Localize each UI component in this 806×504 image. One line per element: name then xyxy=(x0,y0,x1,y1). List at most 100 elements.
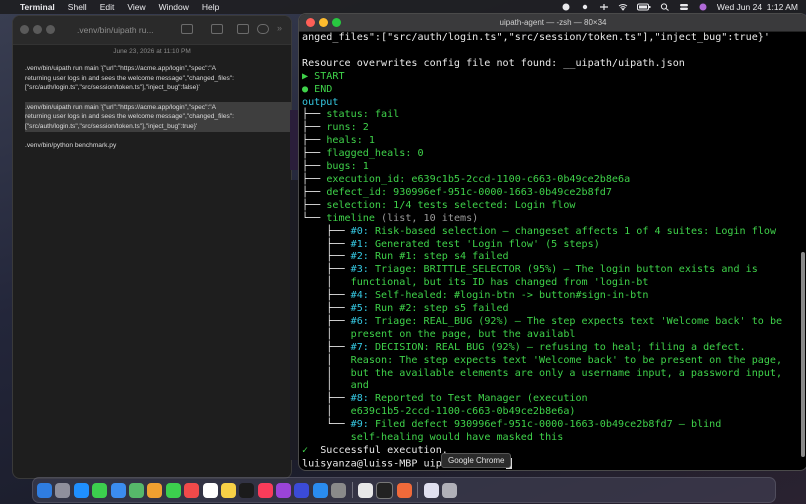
battery-icon[interactable] xyxy=(636,3,651,11)
doc-icon[interactable] xyxy=(423,482,439,498)
terminal-output[interactable]: anged_files":["src/auth/login.ts","src/s… xyxy=(302,32,795,470)
terminal-text: ├── xyxy=(302,186,327,198)
record-icon[interactable] xyxy=(561,3,571,11)
terminal-line: ├── #2: Run #1: step s4 failed xyxy=(302,251,795,264)
note-paragraph-2-selected[interactable]: .venv/bin/uipath run main '{"url":"https… xyxy=(25,101,291,132)
siri-icon[interactable] xyxy=(698,3,708,11)
terminal-text: #4: xyxy=(350,290,375,302)
terminal-line: ├── #5: Run #2: step s5 failed xyxy=(302,303,795,316)
terminal-text: └── xyxy=(302,419,351,431)
podcasts-icon[interactable] xyxy=(276,482,292,498)
control-center-icon[interactable] xyxy=(679,3,689,11)
music-icon[interactable] xyxy=(257,482,273,498)
more-chevron-icon[interactable]: » xyxy=(277,23,282,33)
terminal-line: │ functional, but its ID has changed fro… xyxy=(302,277,795,290)
safari-icon[interactable] xyxy=(73,482,89,498)
terminal-line: │ but the available elements are only a … xyxy=(302,368,795,381)
trash-icon[interactable] xyxy=(441,482,457,498)
chrome-icon[interactable] xyxy=(358,482,374,498)
terminal-text: ├── xyxy=(302,135,327,147)
terminal-titlebar: uipath-agent — -zsh — 80×34 xyxy=(299,14,806,32)
dock-separator xyxy=(417,482,419,498)
terminal-text: ├── xyxy=(302,315,351,327)
menu-help[interactable]: Help xyxy=(202,2,219,12)
terminal-text: #0: xyxy=(350,225,375,237)
menubar-clock[interactable]: Wed Jun 24 1:12 AM xyxy=(717,2,798,12)
terminal-line: ├── #4: Self-healed: #login-btn -> butto… xyxy=(302,290,795,303)
notes-zoom-button[interactable] xyxy=(46,25,55,34)
note-line: .venv/bin/uipath run main '{"url":"https… xyxy=(25,65,217,72)
table-icon[interactable] xyxy=(237,24,249,34)
app-store-icon[interactable] xyxy=(312,482,328,498)
launchpad-icon[interactable] xyxy=(55,482,71,498)
terminal-icon[interactable] xyxy=(376,481,394,499)
terminal-text: execution_id: e639c1b5-2ccd-1100-c663-0b… xyxy=(326,173,631,185)
share-icon[interactable] xyxy=(257,24,269,34)
dock xyxy=(32,477,776,503)
terminal-text: Self-healed: #login-btn -> button#sign-i… xyxy=(374,290,649,302)
terminal-text: ├── xyxy=(302,303,351,315)
control-icon[interactable] xyxy=(599,3,609,11)
terminal-line: luisyanza@luiss-MBP uip xyxy=(302,457,795,470)
terminal-text: ✓ xyxy=(302,445,315,456)
terminal-line: │ e639c1b5-2ccd-1100-c663-0b49ce2b8e6a) xyxy=(302,406,795,419)
terminal-text: #7: xyxy=(350,341,375,353)
tv-icon[interactable] xyxy=(239,482,255,498)
terminal-line: ├── #3: Triage: BRITTLE_SELECTOR (95%) —… xyxy=(302,264,795,277)
terminal-text: #8: xyxy=(350,393,375,405)
dock-separator xyxy=(351,482,353,498)
terminal-line: ├── bugs: 1 xyxy=(302,161,795,174)
terminal-text: ├── xyxy=(302,161,327,173)
terminal-text: #3: xyxy=(350,264,375,276)
facetime-icon[interactable] xyxy=(165,482,181,498)
terminal-text: e639c1b5-2ccd-1100-c663-0b49ce2b8e6a) xyxy=(350,406,576,418)
terminal-text: ├── xyxy=(302,393,351,405)
wifi-icon[interactable] xyxy=(618,3,628,11)
terminal-text: ├── xyxy=(302,109,327,121)
terminal-line: ├── flagged_heals: 0 xyxy=(302,148,795,161)
terminal-line: ├── heals: 1 xyxy=(302,135,795,148)
search-icon[interactable] xyxy=(660,3,670,11)
terminal-text: ├── xyxy=(302,251,351,263)
terminal-text: ├── xyxy=(302,264,351,276)
notes-title: .venv/bin/uipath ru... xyxy=(77,25,154,35)
terminal-line: ● END xyxy=(302,84,795,97)
photos-icon[interactable] xyxy=(147,482,163,498)
terminal-text: (list, 10 items) xyxy=(374,212,479,224)
terminal-line: ├── #0: Risk-based selection — changeset… xyxy=(302,226,795,239)
terminal-line: │ and xyxy=(302,380,795,393)
status-area: Wed Jun 24 1:12 AM xyxy=(561,0,798,14)
terminal-text: functional, but its ID has changed from … xyxy=(350,277,649,289)
menu-shell[interactable]: Shell xyxy=(68,2,87,12)
news-icon[interactable] xyxy=(184,482,200,498)
mail-icon[interactable] xyxy=(110,482,126,498)
calendar-icon[interactable] xyxy=(202,482,218,498)
shortcuts-icon[interactable] xyxy=(294,482,310,498)
maps-icon[interactable] xyxy=(128,482,144,498)
menu-window[interactable]: Window xyxy=(159,2,189,12)
terminal-text: Triage: BRITTLE_SELECTOR (95%) — The log… xyxy=(374,264,758,276)
format-text-icon[interactable] xyxy=(181,24,193,34)
terminal-line: │ Reason: The step expects text 'Welcome… xyxy=(302,355,795,368)
app-icon[interactable] xyxy=(396,482,412,498)
notes-icon[interactable] xyxy=(220,482,236,498)
note-paragraph-1[interactable]: .venv/bin/uipath run main '{"url":"https… xyxy=(25,63,279,94)
settings-icon[interactable] xyxy=(331,482,347,498)
note-paragraph-3[interactable]: .venv/bin/python benchmark.py xyxy=(25,140,279,152)
terminal-line: anged_files":["src/auth/login.ts","src/s… xyxy=(302,32,795,45)
terminal-line: output xyxy=(302,97,795,110)
notes-minimize-button[interactable] xyxy=(33,25,42,34)
menu-edit[interactable]: Edit xyxy=(100,2,115,12)
terminal-scrollbar[interactable] xyxy=(801,252,805,457)
menu-view[interactable]: View xyxy=(127,2,145,12)
terminal-text: and xyxy=(350,380,369,392)
note-line: returning user logs in and sees the welc… xyxy=(25,113,234,120)
checklist-icon[interactable] xyxy=(211,24,223,34)
finder-icon[interactable] xyxy=(37,482,52,498)
menu-app-name[interactable]: Terminal xyxy=(20,2,55,12)
terminal-text: output xyxy=(302,96,339,108)
brightness-icon[interactable] xyxy=(580,3,590,11)
messages-icon[interactable] xyxy=(92,482,108,498)
notes-close-button[interactable] xyxy=(20,25,29,34)
